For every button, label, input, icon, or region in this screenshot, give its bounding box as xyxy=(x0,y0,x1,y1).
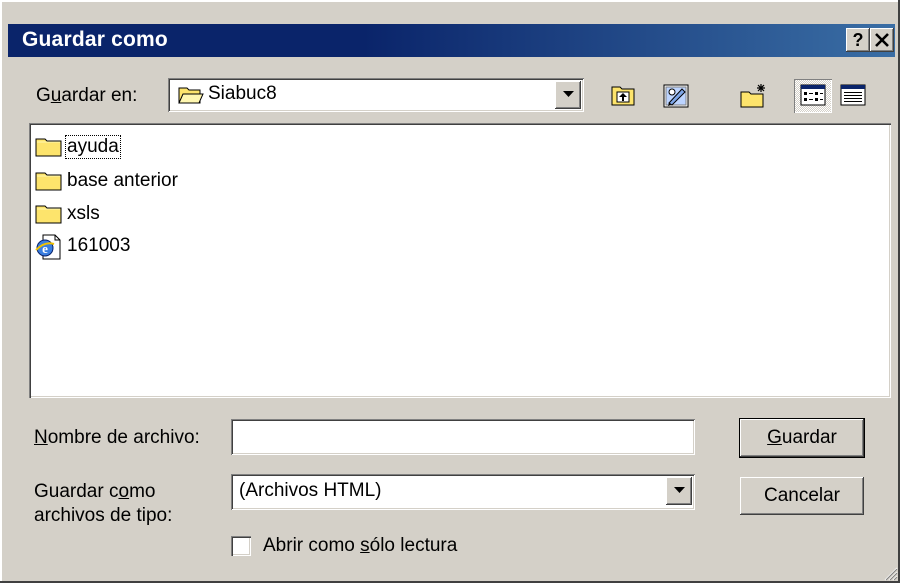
folder-up-icon xyxy=(611,86,635,106)
list-item[interactable]: e 161003 xyxy=(35,232,132,260)
resize-grip-icon[interactable] xyxy=(882,565,898,581)
ie-document-icon: e xyxy=(35,234,61,260)
file-list[interactable]: ayuda base anterior xsls e 161003 xyxy=(29,123,891,398)
save-in-dropdown-button[interactable] xyxy=(555,81,581,109)
desktop-button[interactable] xyxy=(656,79,694,113)
new-folder-icon xyxy=(740,84,765,108)
chevron-down-icon xyxy=(674,487,685,493)
help-button[interactable]: ? xyxy=(846,28,870,52)
folder-icon xyxy=(35,205,62,224)
list-view-button[interactable] xyxy=(794,79,832,113)
title-bar[interactable]: Guardar como ? xyxy=(8,24,895,57)
list-view-icon xyxy=(800,84,826,106)
folder-icon xyxy=(35,172,62,191)
read-only-option[interactable]: Abrir como sólo lectura xyxy=(231,535,457,557)
file-name: base anterior xyxy=(67,170,178,191)
save-in-label: Guardar en: xyxy=(36,85,138,106)
new-folder-button[interactable] xyxy=(734,79,772,113)
read-only-checkbox[interactable] xyxy=(231,536,251,556)
cancel-button[interactable]: Cancelar xyxy=(740,477,864,515)
file-name: ayuda xyxy=(65,135,121,159)
save-in-combobox[interactable]: Siabuc8 xyxy=(168,78,584,112)
folder-icon xyxy=(35,138,62,157)
list-item[interactable]: ayuda xyxy=(35,133,121,161)
list-item[interactable]: xsls xyxy=(35,200,102,228)
file-name: xsls xyxy=(67,203,100,224)
file-name-label: Nombre de archivo: xyxy=(34,427,200,448)
window-title: Guardar como xyxy=(22,28,168,51)
save-in-value: Siabuc8 xyxy=(208,83,277,104)
help-icon: ? xyxy=(852,30,864,50)
chevron-down-icon xyxy=(563,91,574,97)
save-as-dialog: Guardar como ? Guardar en: Siabuc8 ayuda… xyxy=(0,0,900,583)
file-type-dropdown-button[interactable] xyxy=(666,477,692,505)
file-type-label: Guardar como archivos de tipo: xyxy=(34,481,173,526)
read-only-label: Abrir como sólo lectura xyxy=(263,535,458,556)
file-name: 161003 xyxy=(67,235,131,256)
up-one-level-button[interactable] xyxy=(604,79,642,113)
save-button[interactable]: Guardar xyxy=(740,419,864,457)
close-icon xyxy=(875,33,889,47)
folder-open-icon xyxy=(178,87,204,104)
list-item[interactable]: base anterior xyxy=(35,167,180,195)
file-type-value: (Archivos HTML) xyxy=(239,480,382,501)
file-name-input[interactable] xyxy=(231,419,695,455)
close-button[interactable] xyxy=(870,28,894,52)
file-type-combobox[interactable]: (Archivos HTML) xyxy=(231,474,695,510)
details-view-icon xyxy=(840,84,866,106)
desktop-icon xyxy=(663,84,689,108)
details-view-button[interactable] xyxy=(834,79,872,113)
